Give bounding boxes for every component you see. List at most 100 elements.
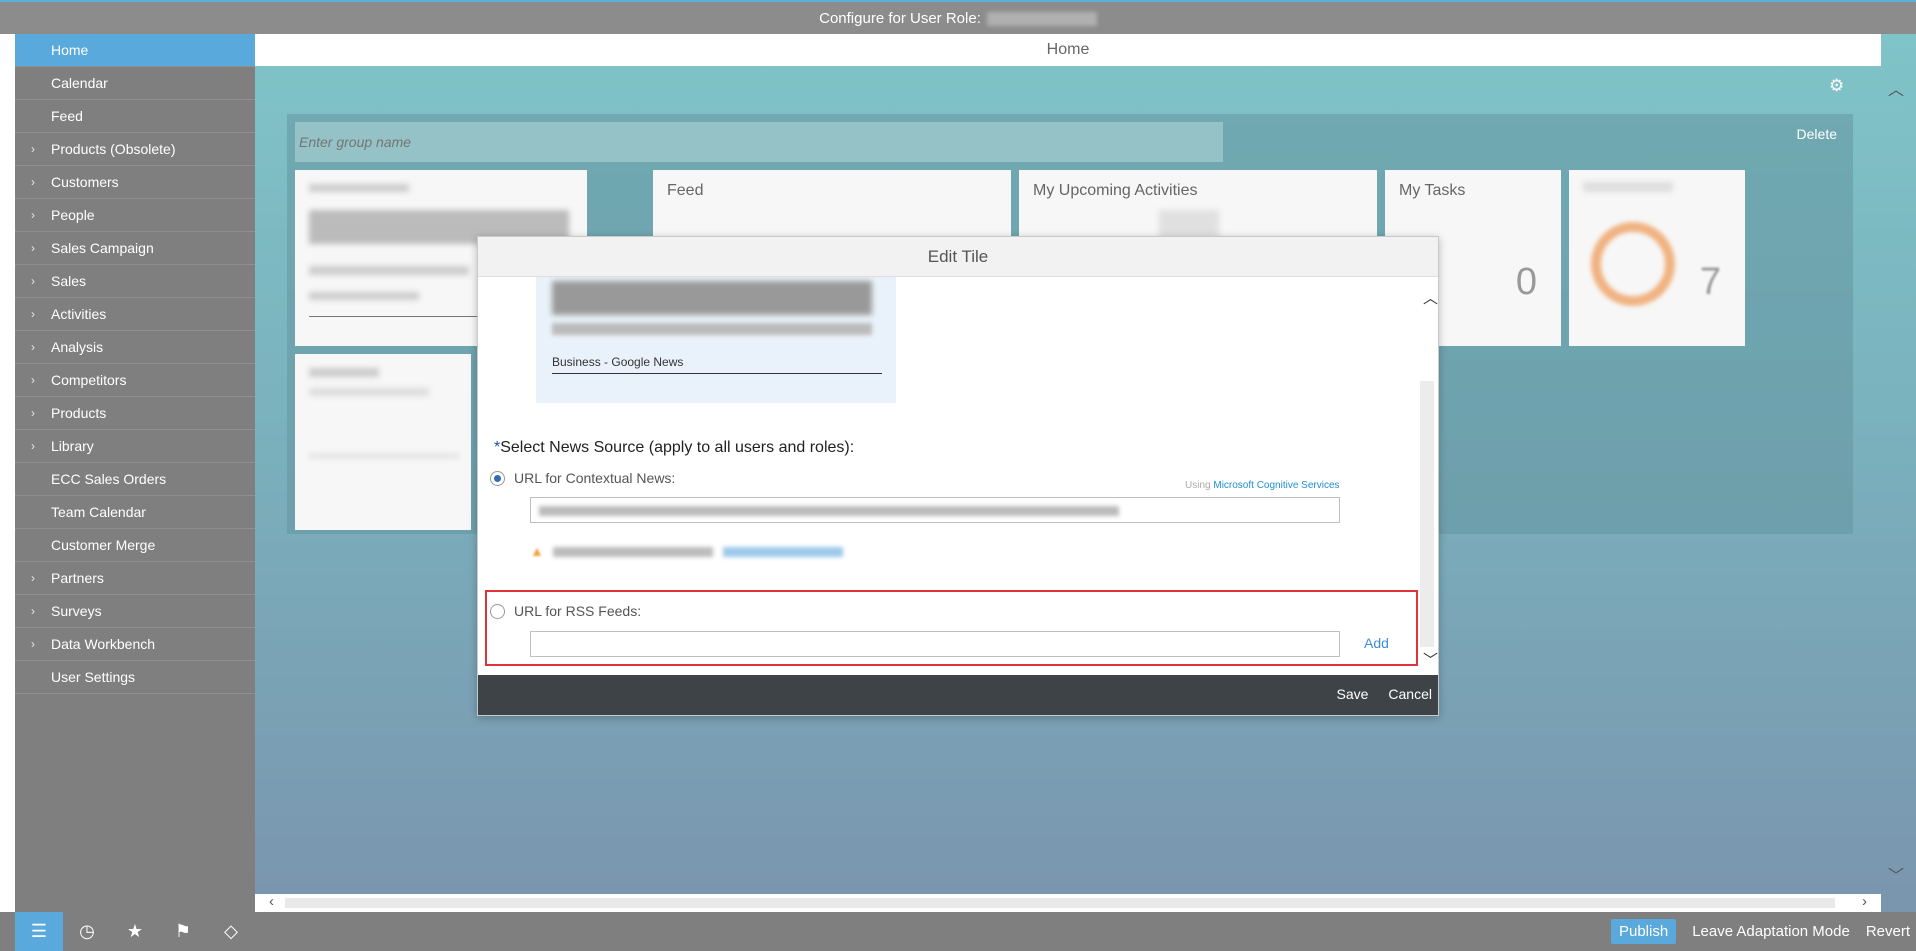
- sidebar-item-activities[interactable]: › Activities: [15, 298, 255, 331]
- contextual-news-label: URL for Contextual News:: [514, 470, 676, 486]
- news-source-title: *Select News Source (apply to all users …: [494, 439, 854, 457]
- sidebar-item-label: Calendar: [51, 75, 108, 91]
- dialog-title: Edit Tile: [478, 237, 1438, 277]
- sidebar-item-library[interactable]: › Library: [15, 430, 255, 463]
- sidebar-item-partners[interactable]: › Partners: [15, 562, 255, 595]
- rss-feeds-label: URL for RSS Feeds:: [514, 603, 642, 619]
- activities-tile-title: My Upcoming Activities: [1033, 182, 1198, 199]
- chevron-right-icon: ›: [31, 340, 35, 354]
- preview-source: Business - Google News: [552, 355, 684, 369]
- sidebar-item-label: Customer Merge: [51, 537, 156, 553]
- chevron-right-icon: ›: [31, 439, 35, 453]
- sidebar-item-customer-merge[interactable]: Customer Merge: [15, 529, 255, 562]
- sidebar-item-label: Products (Obsolete): [51, 141, 176, 157]
- gear-icon[interactable]: ⚙: [1829, 76, 1844, 96]
- sidebar-item-label: Products: [51, 405, 107, 421]
- sidebar-item-label: ECC Sales Orders: [51, 471, 167, 487]
- sidebar-item-surveys[interactable]: › Surveys: [15, 595, 255, 628]
- sidebar-item-label: Library: [51, 438, 94, 454]
- sidebar-item-label: Team Calendar: [51, 504, 146, 520]
- group-name-input[interactable]: [295, 122, 1223, 162]
- dialog-scroll-thumb[interactable]: [1420, 381, 1434, 647]
- sidebar-item-label: Sales: [51, 273, 87, 289]
- using-prefix: Using: [1185, 480, 1211, 491]
- sidebar-item-home[interactable]: Home: [15, 34, 255, 67]
- chevron-right-icon: ›: [31, 571, 35, 585]
- chevron-right-icon: ›: [31, 604, 35, 618]
- sidebar-item-feed[interactable]: Feed: [15, 100, 255, 133]
- add-rss-link[interactable]: Add: [1364, 635, 1389, 651]
- sidebar-item-label: User Settings: [51, 669, 136, 685]
- sidebar: Home Calendar Feed › Products (Obsolete) › Cus…: [15, 34, 255, 912]
- publish-button[interactable]: Publish: [1610, 919, 1677, 944]
- horizontal-scrollbar[interactable]: ‹ ›: [255, 893, 1881, 912]
- cancel-button[interactable]: Cancel: [1388, 686, 1432, 702]
- menu-icon[interactable]: ☰: [15, 912, 63, 951]
- sidebar-item-products-obsolete[interactable]: › Products (Obsolete): [15, 133, 255, 166]
- sidebar-item-competitors[interactable]: › Competitors: [15, 364, 255, 397]
- edit-tile-dialog: Edit Tile Business - Google News *Select…: [477, 236, 1439, 716]
- sidebar-item-calendar[interactable]: Calendar: [15, 67, 255, 100]
- eraser-icon[interactable]: ◇: [207, 912, 255, 951]
- revert-button[interactable]: Revert: [1866, 923, 1910, 940]
- sidebar-item-label: Analysis: [51, 339, 104, 355]
- sidebar-item-customers[interactable]: › Customers: [15, 166, 255, 199]
- news-source-label: Select News Source (apply to all users a…: [500, 439, 855, 456]
- chevron-right-icon: ›: [31, 142, 35, 156]
- chevron-right-icon: ›: [31, 241, 35, 255]
- sidebar-item-sales[interactable]: › Sales: [15, 265, 255, 298]
- sidebar-item-label: Home: [51, 42, 89, 58]
- contextual-news-radio[interactable]: [490, 471, 505, 486]
- clock-icon[interactable]: ◷: [63, 912, 111, 951]
- warning-icon: ▲: [530, 543, 544, 559]
- scroll-left-icon[interactable]: ‹: [269, 893, 274, 910]
- deprecated-notice: [553, 547, 713, 557]
- chevron-right-icon: ›: [31, 406, 35, 420]
- scroll-right-icon[interactable]: ›: [1862, 893, 1867, 910]
- sidebar-item-ecc-sales-orders[interactable]: ECC Sales Orders: [15, 463, 255, 496]
- chevron-right-icon: ›: [31, 307, 35, 321]
- rss-url-input[interactable]: [530, 631, 1340, 657]
- sidebar-item-sales-campaign[interactable]: › Sales Campaign: [15, 232, 255, 265]
- page-title: Home: [255, 34, 1881, 66]
- contextual-url-input[interactable]: [530, 497, 1340, 523]
- sidebar-item-products[interactable]: › Products: [15, 397, 255, 430]
- sidebar-item-label: Competitors: [51, 372, 127, 388]
- sidebar-item-label: People: [51, 207, 95, 223]
- dialog-body: Business - Google News *Select News Sour…: [478, 277, 1438, 677]
- sidebar-item-team-calendar[interactable]: Team Calendar: [15, 496, 255, 529]
- cognitive-services-link[interactable]: Microsoft Cognitive Services: [1213, 480, 1339, 491]
- bottom-bar: ☰ ◷ ★ ⚑ ◇ Publish Leave Adaptation Mode …: [0, 912, 1916, 951]
- save-button[interactable]: Save: [1336, 686, 1368, 702]
- star-icon[interactable]: ★: [111, 912, 159, 951]
- sidebar-item-user-settings[interactable]: User Settings: [15, 661, 255, 694]
- user-role-redacted: [986, 12, 1097, 27]
- chevron-right-icon: ›: [31, 175, 35, 189]
- dialog-scroll-down-icon[interactable]: ﹀: [1423, 649, 1438, 670]
- tasks-count: 0: [1515, 261, 1537, 303]
- sidebar-item-label: Surveys: [51, 603, 102, 619]
- configure-title: Configure for User Role:: [819, 10, 981, 27]
- top-bar: Configure for User Role:: [0, 0, 1916, 34]
- tasks-tile-title: My Tasks: [1399, 182, 1466, 199]
- rss-feeds-radio[interactable]: [490, 604, 505, 619]
- win-rate-tile[interactable]: [295, 354, 471, 530]
- chevron-right-icon: ›: [31, 208, 35, 222]
- using-services: Using Microsoft Cognitive Services: [1185, 480, 1340, 491]
- donut-chart: [1591, 222, 1675, 306]
- scroll-track[interactable]: [285, 898, 1835, 908]
- closing-rate-tile[interactable]: 7: [1569, 170, 1745, 346]
- scroll-down-icon[interactable]: ﹀: [1888, 862, 1904, 886]
- sidebar-item-people[interactable]: › People: [15, 199, 255, 232]
- closing-value: 7: [1699, 261, 1721, 303]
- leave-adaptation-button[interactable]: Leave Adaptation Mode: [1692, 923, 1850, 940]
- chevron-right-icon: ›: [31, 274, 35, 288]
- delete-group-link[interactable]: Delete: [1797, 126, 1837, 142]
- sidebar-item-analysis[interactable]: › Analysis: [15, 331, 255, 364]
- sidebar-item-data-workbench[interactable]: › Data Workbench: [15, 628, 255, 661]
- switch-link[interactable]: [723, 547, 843, 557]
- flag-icon[interactable]: ⚑: [159, 912, 207, 951]
- dialog-scroll-up-icon[interactable]: ︿: [1423, 287, 1438, 308]
- scroll-up-icon[interactable]: ︿: [1888, 76, 1904, 100]
- chevron-right-icon: ›: [31, 637, 35, 651]
